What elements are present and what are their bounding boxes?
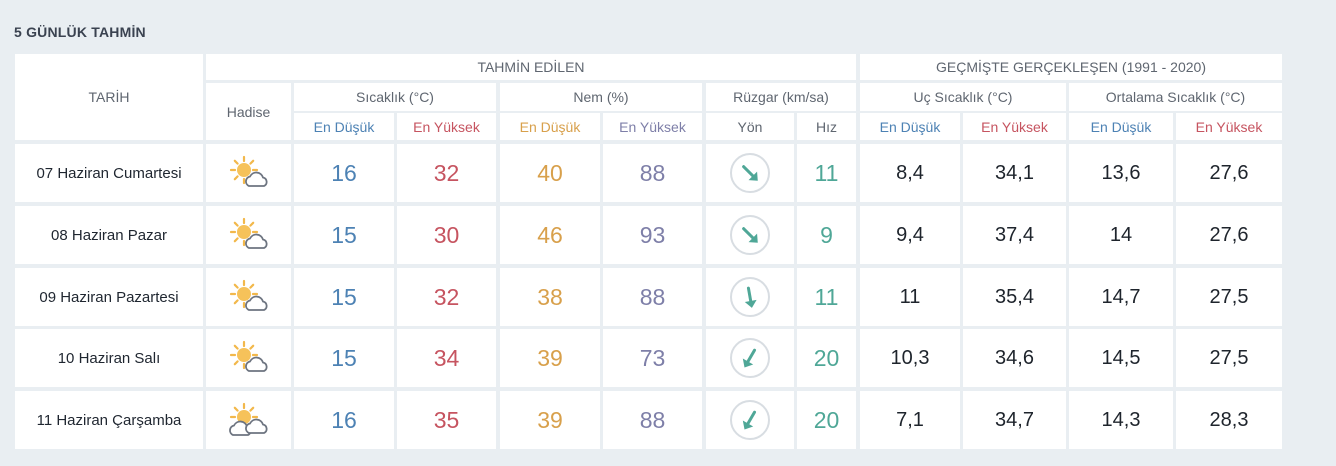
header-uc-en-dusuk: En Düşük bbox=[860, 113, 960, 140]
header-hiz: Hız bbox=[797, 113, 856, 140]
wind-direction-cell bbox=[706, 391, 794, 449]
average-low-cell: 14,3 bbox=[1069, 391, 1173, 449]
temp-high-cell: 30 bbox=[397, 206, 496, 264]
header-gecmiste-gerceklesen: GEÇMİŞTE GERÇEKLEŞEN (1991 - 2020) bbox=[860, 54, 1282, 80]
temp-low-cell: 16 bbox=[294, 391, 394, 449]
extreme-low-cell: 8,4 bbox=[860, 144, 960, 202]
temp-low-cell: 15 bbox=[294, 268, 394, 326]
header-ruzgar: Rüzgar (km/sa) bbox=[706, 83, 856, 111]
temp-low-cell: 15 bbox=[294, 329, 394, 387]
temp-low-cell: 15 bbox=[294, 206, 394, 264]
wind-direction-cell bbox=[706, 206, 794, 264]
humidity-low-cell: 46 bbox=[500, 206, 600, 264]
wind-speed-cell: 9 bbox=[797, 206, 856, 264]
header-hadise: Hadise bbox=[206, 83, 291, 140]
header-sicaklik-en-yuksek: En Yüksek bbox=[397, 113, 496, 140]
humidity-high-cell: 88 bbox=[603, 144, 702, 202]
temp-high-cell: 32 bbox=[397, 144, 496, 202]
average-low-cell: 13,6 bbox=[1069, 144, 1173, 202]
extreme-high-cell: 34,7 bbox=[963, 391, 1066, 449]
header-yon: Yön bbox=[706, 113, 794, 140]
hadise-cell bbox=[206, 391, 291, 449]
extreme-high-cell: 37,4 bbox=[963, 206, 1066, 264]
average-high-cell: 27,6 bbox=[1176, 206, 1282, 264]
header-nem-en-dusuk: En Düşük bbox=[500, 113, 600, 140]
humidity-high-cell: 73 bbox=[603, 329, 702, 387]
header-ort-en-yuksek: En Yüksek bbox=[1176, 113, 1282, 140]
hadise-cell bbox=[206, 329, 291, 387]
wind-direction-arrow-icon bbox=[730, 277, 770, 317]
wind-speed-cell: 11 bbox=[797, 268, 856, 326]
header-sicaklik: Sıcaklık (°C) bbox=[294, 83, 496, 111]
partly-cloudy-icon bbox=[228, 340, 270, 376]
extreme-high-cell: 34,1 bbox=[963, 144, 1066, 202]
header-nem-en-yuksek: En Yüksek bbox=[603, 113, 702, 140]
wind-speed-cell: 20 bbox=[797, 329, 856, 387]
header-uc-en-yuksek: En Yüksek bbox=[963, 113, 1066, 140]
wind-direction-cell bbox=[706, 144, 794, 202]
average-high-cell: 27,5 bbox=[1176, 268, 1282, 326]
extreme-high-cell: 34,6 bbox=[963, 329, 1066, 387]
extreme-low-cell: 7,1 bbox=[860, 391, 960, 449]
partly-cloudy-icon bbox=[228, 279, 270, 315]
header-sicaklik-en-dusuk: En Düşük bbox=[294, 113, 394, 140]
header-tahmin-edilen: TAHMİN EDİLEN bbox=[206, 54, 856, 80]
humidity-low-cell: 38 bbox=[500, 268, 600, 326]
average-high-cell: 27,5 bbox=[1176, 329, 1282, 387]
date-cell: 11 Haziran Çarşamba bbox=[15, 391, 203, 449]
partly-cloudy-icon bbox=[228, 217, 270, 253]
humidity-low-cell: 40 bbox=[500, 144, 600, 202]
wind-direction-arrow-icon bbox=[730, 338, 770, 378]
temp-high-cell: 35 bbox=[397, 391, 496, 449]
average-high-cell: 28,3 bbox=[1176, 391, 1282, 449]
date-cell: 09 Haziran Pazartesi bbox=[15, 268, 203, 326]
date-cell: 07 Haziran Cumartesi bbox=[15, 144, 203, 202]
page-title: 5 GÜNLÜK TAHMİN bbox=[14, 24, 146, 40]
humidity-low-cell: 39 bbox=[500, 329, 600, 387]
extreme-low-cell: 10,3 bbox=[860, 329, 960, 387]
date-cell: 08 Haziran Pazar bbox=[15, 206, 203, 264]
extreme-low-cell: 11 bbox=[860, 268, 960, 326]
wind-direction-cell bbox=[706, 268, 794, 326]
header-tarih: TARİH bbox=[15, 54, 203, 140]
temp-high-cell: 34 bbox=[397, 329, 496, 387]
hadise-cell bbox=[206, 206, 291, 264]
average-low-cell: 14,5 bbox=[1069, 329, 1173, 387]
partly-cloudy-two-clouds-icon bbox=[228, 402, 270, 438]
humidity-high-cell: 93 bbox=[603, 206, 702, 264]
hadise-cell bbox=[206, 268, 291, 326]
wind-speed-cell: 20 bbox=[797, 391, 856, 449]
wind-speed-cell: 11 bbox=[797, 144, 856, 202]
header-ortalama-sicaklik: Ortalama Sıcaklık (°C) bbox=[1069, 83, 1282, 111]
extreme-high-cell: 35,4 bbox=[963, 268, 1066, 326]
hadise-cell bbox=[206, 144, 291, 202]
humidity-high-cell: 88 bbox=[603, 391, 702, 449]
header-nem: Nem (%) bbox=[500, 83, 702, 111]
humidity-low-cell: 39 bbox=[500, 391, 600, 449]
wind-direction-arrow-icon bbox=[730, 215, 770, 255]
forecast-table: TARİH TAHMİN EDİLEN GEÇMİŞTE GERÇEKLEŞEN… bbox=[12, 51, 1284, 454]
partly-cloudy-icon bbox=[228, 155, 270, 191]
header-ort-en-dusuk: En Düşük bbox=[1069, 113, 1173, 140]
wind-direction-arrow-icon bbox=[730, 153, 770, 193]
wind-direction-arrow-icon bbox=[730, 400, 770, 440]
date-cell: 10 Haziran Salı bbox=[15, 329, 203, 387]
header-uc-sicaklik: Uç Sıcaklık (°C) bbox=[860, 83, 1066, 111]
temp-low-cell: 16 bbox=[294, 144, 394, 202]
average-low-cell: 14 bbox=[1069, 206, 1173, 264]
humidity-high-cell: 88 bbox=[603, 268, 702, 326]
wind-direction-cell bbox=[706, 329, 794, 387]
extreme-low-cell: 9,4 bbox=[860, 206, 960, 264]
average-high-cell: 27,6 bbox=[1176, 144, 1282, 202]
average-low-cell: 14,7 bbox=[1069, 268, 1173, 326]
temp-high-cell: 32 bbox=[397, 268, 496, 326]
